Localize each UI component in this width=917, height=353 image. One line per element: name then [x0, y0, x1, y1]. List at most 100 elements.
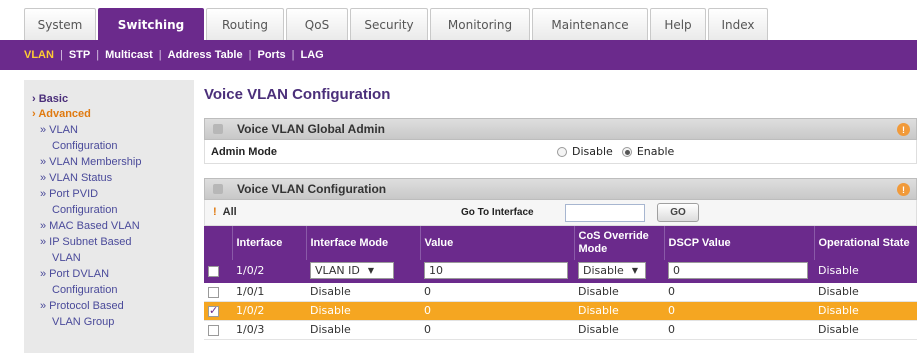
tab-help[interactable]: Help	[650, 8, 706, 40]
row-dscp: 0	[664, 320, 814, 340]
sidebar-item-vlan-membership[interactable]: » VLAN Membership	[32, 154, 194, 170]
admin-mode-label: Admin Mode	[211, 145, 277, 158]
edit-cos-cell: Disable ▼	[574, 260, 664, 283]
row-state: Disable	[814, 282, 917, 302]
sidebar-advanced[interactable]: › Advanced	[32, 107, 194, 122]
subnav-multicast[interactable]: Multicast	[105, 49, 153, 61]
header-interface: Interface	[232, 226, 307, 260]
sidebar-item-label: » IP Subnet Based	[40, 236, 132, 248]
cos-override-value: Disable	[583, 264, 624, 278]
row-mode: Disable	[306, 320, 420, 340]
tab-switching[interactable]: Switching	[98, 8, 204, 40]
all-filter[interactable]: ! All	[213, 206, 237, 218]
subnav-separator: |	[59, 49, 63, 61]
edit-row-checkbox[interactable]	[208, 265, 219, 277]
table-row[interactable]: 1/0/1 Disable 0 Disable 0 Disable	[204, 282, 917, 302]
header-operational-state: Operational State	[814, 226, 917, 260]
disable-radio[interactable]	[557, 146, 567, 157]
value-input[interactable]: 10	[424, 262, 568, 280]
subnav-stp[interactable]: STP	[69, 49, 90, 61]
section-title: Voice VLAN Global Admin	[237, 122, 386, 136]
goto-interface-label: Go To Interface	[461, 207, 534, 218]
sidebar-item-port-pvid[interactable]: » Port PVID Configuration	[32, 186, 194, 218]
subnav-ports[interactable]: Ports	[257, 49, 285, 61]
dscp-input[interactable]: 0	[668, 262, 808, 280]
filter-row: ! All Go To Interface GO	[204, 200, 917, 226]
help-icon[interactable]: !	[897, 183, 910, 196]
subnav-separator: |	[96, 49, 100, 61]
subnav-separator: |	[291, 49, 295, 61]
row-checkbox[interactable]	[208, 304, 219, 317]
sidebar-item-mac-based-vlan[interactable]: » MAC Based VLAN	[32, 218, 194, 234]
sidebar-item-label: Configuration	[52, 284, 118, 296]
row-value: 0	[420, 320, 574, 340]
subnav-separator: |	[248, 49, 252, 61]
edit-row: 1/0/2 VLAN ID ▼ 10 Disable ▼ 0 Disable	[204, 260, 917, 283]
header-dscp-value: DSCP Value	[664, 226, 815, 260]
page-title: Voice VLAN Configuration	[204, 86, 391, 103]
sidebar-item-ip-subnet-vlan[interactable]: » IP Subnet Based VLAN	[32, 234, 194, 266]
subnav-separator: |	[158, 49, 162, 61]
admin-mode-row: Admin Mode Disable Enable	[204, 140, 917, 164]
global-admin-section: Voice VLAN Global Admin ! Admin Mode Dis…	[204, 118, 917, 164]
goto-interface-input[interactable]	[565, 204, 645, 222]
tab-security[interactable]: Security	[350, 8, 428, 40]
interface-mode-value: VLAN ID	[315, 264, 360, 278]
edit-interface: 1/0/2	[232, 260, 306, 283]
sidebar-item-label: » Port DVLAN	[40, 268, 110, 280]
sidebar-item-label: Configuration	[52, 140, 118, 152]
section-bullet-icon	[213, 124, 223, 134]
sidebar-item-vlan-status[interactable]: » VLAN Status	[32, 170, 194, 186]
section-title: Voice VLAN Configuration	[237, 182, 387, 196]
sidebar-item-label: VLAN Group	[52, 316, 115, 328]
dropdown-arrow-icon: ▼	[367, 266, 375, 276]
help-icon[interactable]: !	[897, 123, 910, 136]
sidebar-advanced-label: Advanced	[38, 108, 91, 120]
row-interface: 1/0/3	[232, 320, 306, 340]
row-checkbox-cell	[204, 301, 232, 321]
subnav-lag[interactable]: LAG	[300, 49, 323, 61]
edit-mode-cell: VLAN ID ▼	[306, 260, 420, 283]
sidebar-item-label: Configuration	[52, 204, 118, 216]
sidebar-item-port-dvlan[interactable]: » Port DVLAN Configuration	[32, 266, 194, 298]
enable-radio[interactable]	[621, 146, 632, 157]
tab-qos[interactable]: QoS	[286, 8, 348, 40]
tab-routing[interactable]: Routing	[206, 8, 284, 40]
row-checkbox[interactable]	[208, 324, 219, 336]
sidebar-item-label: » VLAN Status	[40, 172, 113, 184]
admin-mode-radios: Disable Enable	[557, 145, 683, 158]
sidebar-basic[interactable]: › Basic	[32, 92, 194, 107]
row-interface: 1/0/1	[232, 282, 306, 302]
table-row[interactable]: 1/0/3 Disable 0 Disable 0 Disable	[204, 320, 917, 340]
main-tabs: System Switching Routing QoS Security Mo…	[24, 8, 770, 40]
table-header-row: Interface Interface Mode Value CoS Overr…	[204, 226, 917, 260]
row-checkbox-cell	[204, 320, 232, 340]
sidebar-item-label: » VLAN Membership	[40, 156, 142, 168]
tab-maintenance[interactable]: Maintenance	[532, 8, 648, 40]
header-value: Value	[420, 226, 575, 260]
dropdown-arrow-icon: ▼	[631, 266, 638, 276]
header-cos-override: CoS Override Mode	[574, 226, 665, 260]
row-cos: Disable	[574, 320, 664, 340]
sidebar-item-protocol-vlan-group[interactable]: » Protocol Based VLAN Group	[32, 298, 194, 330]
row-cos: Disable	[574, 301, 664, 321]
table-row-selected[interactable]: 1/0/2 Disable 0 Disable 0 Disable	[204, 301, 917, 321]
go-button[interactable]: GO	[657, 203, 699, 222]
subnav-address-table[interactable]: Address Table	[168, 49, 243, 61]
row-interface: 1/0/2	[232, 301, 306, 321]
sidebar-item-vlan-configuration[interactable]: » VLAN Configuration	[32, 122, 194, 154]
cos-override-select[interactable]: Disable ▼	[578, 262, 646, 280]
tab-monitoring[interactable]: Monitoring	[430, 8, 530, 40]
voice-vlan-table: Interface Interface Mode Value CoS Overr…	[204, 226, 917, 340]
subnav-vlan[interactable]: VLAN	[24, 49, 54, 61]
interface-mode-select[interactable]: VLAN ID ▼	[310, 262, 394, 280]
tab-system[interactable]: System	[24, 8, 96, 40]
tab-index[interactable]: Index	[708, 8, 768, 40]
sub-nav: VLAN | STP | Multicast | Address Table |…	[0, 40, 917, 70]
section-bullet-icon	[213, 184, 223, 194]
sidebar-basic-label: Basic	[38, 93, 69, 105]
row-checkbox[interactable]	[208, 286, 219, 298]
sidebar: › Basic › Advanced » VLAN Configuration »…	[24, 80, 194, 353]
disable-radio-label: Disable	[572, 145, 613, 158]
row-state: Disable	[814, 320, 917, 340]
